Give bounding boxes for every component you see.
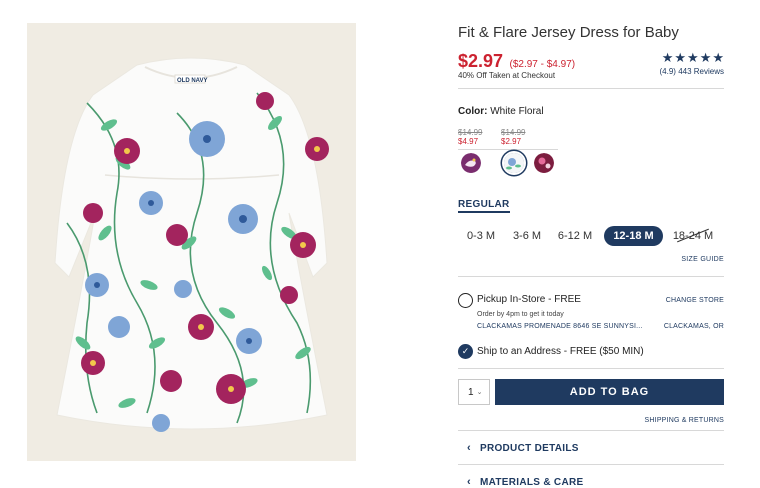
materials-care-label: MATERIALS & CARE xyxy=(479,476,584,488)
swatch-burgundy-floral[interactable] xyxy=(534,153,554,173)
ship-checkbox-checked[interactable]: ✓ xyxy=(458,344,473,359)
product-image[interactable]: OLD NAVY xyxy=(27,23,356,461)
quantity-value: 1 xyxy=(468,386,474,398)
product-details-toggle[interactable]: ‹ PRODUCT DETAILS xyxy=(467,442,579,454)
size-option-0-3m[interactable]: 0-3 M xyxy=(465,226,497,246)
rating-stars[interactable]: ★ ★ ★ ★ ★ xyxy=(662,51,724,64)
star-icon: ★ xyxy=(687,50,699,65)
original-price: $14.99 xyxy=(501,128,526,137)
star-icon: ★ xyxy=(674,50,687,65)
svg-text:OLD NAVY: OLD NAVY xyxy=(177,78,208,84)
store-city: CLACKAMAS, OR xyxy=(663,323,724,330)
pickup-label: Pickup In-Store - FREE xyxy=(477,294,581,305)
swatch-white-floral[interactable] xyxy=(504,153,524,173)
dress-illustration: OLD NAVY xyxy=(27,23,356,461)
size-option-3-6m[interactable]: 3-6 M xyxy=(511,226,543,246)
divider xyxy=(458,88,724,89)
product-title: Fit & Flare Jersey Dress for Baby xyxy=(458,24,679,41)
divider xyxy=(458,368,724,369)
star-icon: ★ xyxy=(661,50,674,65)
size-guide-link[interactable]: SIZE GUIDE xyxy=(681,256,724,263)
sale-price: $2.97 xyxy=(458,51,504,71)
floral-pattern-icon xyxy=(534,153,554,173)
chevron-left-icon: ‹ xyxy=(467,442,471,454)
color-label: Color: White Floral xyxy=(458,106,544,117)
chevron-left-icon: ‹ xyxy=(467,476,471,488)
pickup-radio[interactable] xyxy=(458,293,473,308)
product-details-label: PRODUCT DETAILS xyxy=(479,442,579,454)
shipping-returns-link[interactable]: SHIPPING & RETURNS xyxy=(645,417,724,424)
ship-label: Ship to an Address - FREE ($50 MIN) xyxy=(477,346,644,357)
chevron-down-icon: ⌄ xyxy=(476,389,483,396)
divider xyxy=(458,464,724,465)
size-group-regular[interactable]: REGULAR xyxy=(458,199,510,213)
swatch-price-group: $14.99 $4.97 xyxy=(458,128,482,146)
original-price: $14.99 xyxy=(458,128,483,137)
size-option-18-24m[interactable]: 18-24 M xyxy=(672,226,714,246)
store-address[interactable]: CLACKAMAS PROMENADE 8646 SE SUNNYSI... xyxy=(477,323,643,330)
swatch-underline xyxy=(458,149,558,150)
star-icon: ★ xyxy=(699,50,712,65)
change-store-link[interactable]: CHANGE STORE xyxy=(666,297,724,304)
swatch-purple-unicorn[interactable] xyxy=(461,153,481,173)
color-value: White Floral xyxy=(490,106,544,117)
swatch-sale-price: $2.97 xyxy=(501,137,522,146)
swatch-price-group: $14.99 $2.97 xyxy=(501,128,525,146)
floral-pattern-icon xyxy=(504,153,524,173)
checkmark-icon: ✓ xyxy=(461,346,470,356)
size-option-6-12m[interactable]: 6-12 M xyxy=(557,226,593,246)
price-range: ($2.97 - $4.97) xyxy=(509,59,576,70)
divider xyxy=(458,430,724,431)
color-label-key: Color: xyxy=(458,106,488,117)
divider xyxy=(458,276,724,277)
star-icon: ★ xyxy=(712,50,724,65)
reviews-link[interactable]: (4.9) 443 Reviews xyxy=(660,67,724,76)
add-to-bag-button[interactable]: ADD TO BAG xyxy=(495,379,724,405)
swatch-sale-price: $4.97 xyxy=(458,137,479,146)
pickup-note: Order by 4pm to get it today xyxy=(477,311,564,318)
price-row: $2.97 ($2.97 - $4.97) xyxy=(458,51,575,72)
size-option-12-18m[interactable]: 12-18 M xyxy=(604,226,663,246)
materials-care-toggle[interactable]: ‹ MATERIALS & CARE xyxy=(467,476,583,488)
quantity-select[interactable]: 1 ⌄ xyxy=(458,379,490,405)
unicorn-pattern-icon xyxy=(461,153,481,173)
discount-note: 40% Off Taken at Checkout xyxy=(458,71,556,80)
